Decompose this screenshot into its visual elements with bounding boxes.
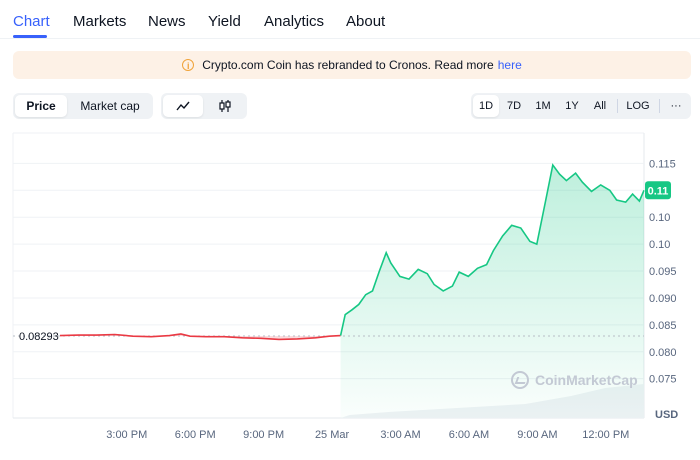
candlestick-button[interactable] bbox=[205, 95, 245, 117]
x-tick-label: 3:00 PM bbox=[106, 429, 147, 441]
currency-unit: USD bbox=[655, 409, 678, 421]
range-divider bbox=[617, 99, 618, 113]
range-1m-button[interactable]: 1M bbox=[529, 95, 557, 117]
range-1y-button[interactable]: 1Y bbox=[559, 95, 585, 117]
x-tick-label: 9:00 PM bbox=[243, 429, 284, 441]
banner-link[interactable]: here bbox=[498, 58, 522, 72]
tab-yield[interactable]: Yield bbox=[208, 13, 241, 30]
chart-type-toggle bbox=[161, 93, 247, 119]
price-button[interactable]: Price bbox=[15, 95, 67, 117]
x-tick-label: 12:00 PM bbox=[582, 429, 629, 441]
metric-toggle: Price Market cap bbox=[13, 93, 153, 119]
y-tick-label: 0.10 bbox=[649, 239, 670, 251]
current-price-label: 0.11 bbox=[648, 185, 669, 197]
y-tick-label: 0.085 bbox=[649, 320, 677, 332]
line-chart-icon bbox=[176, 101, 190, 111]
y-tick-label: 0.115 bbox=[649, 158, 676, 170]
tab-about[interactable]: About bbox=[346, 13, 385, 30]
banner-text: Crypto.com Coin has rebranded to Cronos.… bbox=[202, 58, 494, 72]
active-tab-indicator bbox=[13, 35, 47, 38]
range-all-button[interactable]: All bbox=[587, 95, 613, 117]
watermark-text: CoinMarketCap bbox=[535, 372, 638, 388]
x-tick-label: 6:00 AM bbox=[449, 429, 489, 441]
coinmarketcap-logo-icon bbox=[511, 371, 529, 389]
y-tick-label: 0.095 bbox=[649, 266, 677, 278]
market-cap-button[interactable]: Market cap bbox=[69, 95, 151, 117]
rebrand-banner: i Crypto.com Coin has rebranded to Crono… bbox=[13, 51, 691, 79]
range-1d-button[interactable]: 1D bbox=[473, 95, 499, 117]
y-tick-label: 0.075 bbox=[649, 374, 677, 386]
top-nav: Chart Markets News Yield Analytics About bbox=[0, 0, 700, 39]
x-tick-label: 9:00 AM bbox=[517, 429, 557, 441]
time-range-selector: 1D 7D 1M 1Y All LOG ··· bbox=[471, 93, 691, 119]
watermark: CoinMarketCap bbox=[511, 371, 638, 389]
open-price-label: 0.08293 bbox=[19, 331, 59, 343]
candlestick-icon bbox=[219, 100, 231, 112]
y-tick-label: 0.090 bbox=[649, 293, 677, 305]
info-icon: i bbox=[182, 59, 195, 71]
tab-analytics[interactable]: Analytics bbox=[264, 13, 324, 30]
x-tick-label: 25 Mar bbox=[315, 429, 350, 441]
y-tick-label: 0.10 bbox=[649, 212, 670, 224]
y-tick-label: 0.080 bbox=[649, 347, 677, 359]
range-7d-button[interactable]: 7D bbox=[501, 95, 527, 117]
price-chart: 0.115 0.11 0.10 0.10 0.095 0.090 0.085 0.080 0.0… bbox=[12, 132, 678, 441]
x-axis-labels: 3:00 PM 6:00 PM 9:00 PM 25 Mar 3:00 AM 6:00 A… bbox=[106, 429, 629, 441]
tab-markets[interactable]: Markets bbox=[73, 13, 126, 30]
more-options-button[interactable]: ··· bbox=[663, 95, 689, 117]
tab-news[interactable]: News bbox=[148, 13, 186, 30]
x-tick-label: 3:00 AM bbox=[380, 429, 420, 441]
tab-chart[interactable]: Chart bbox=[13, 13, 50, 30]
range-divider bbox=[659, 99, 660, 113]
line-chart-button[interactable] bbox=[163, 95, 203, 117]
x-tick-label: 6:00 PM bbox=[175, 429, 216, 441]
log-scale-button[interactable]: LOG bbox=[621, 95, 655, 117]
